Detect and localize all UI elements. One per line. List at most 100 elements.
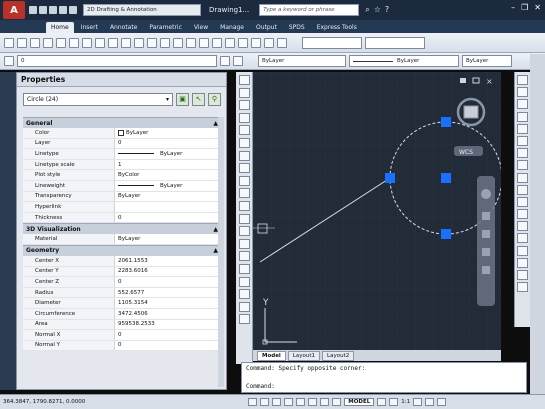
tab-view[interactable]: View bbox=[189, 22, 213, 33]
clean-screen-icon[interactable] bbox=[437, 398, 447, 406]
trim-icon[interactable] bbox=[517, 184, 528, 195]
tab-home[interactable]: Home bbox=[46, 22, 74, 33]
copy-icon[interactable] bbox=[95, 37, 105, 48]
toggle-pickadd-button[interactable]: ▣ bbox=[176, 92, 189, 106]
polyline-icon[interactable] bbox=[238, 100, 250, 111]
fillet-icon[interactable] bbox=[517, 257, 528, 268]
property-row-radius[interactable]: Radius 552.6577 bbox=[23, 287, 222, 299]
open-file-icon[interactable] bbox=[17, 37, 27, 48]
property-row-plot-style[interactable]: Plot style ByColor bbox=[23, 170, 222, 181]
annotation-scale-icon[interactable] bbox=[389, 398, 399, 406]
add-selected-icon[interactable] bbox=[238, 314, 250, 325]
object-snap-icon[interactable] bbox=[296, 398, 306, 406]
chamfer-icon[interactable] bbox=[517, 245, 528, 256]
grid-display-icon[interactable] bbox=[260, 398, 270, 406]
redo-icon[interactable] bbox=[147, 37, 157, 48]
properties-icon[interactable] bbox=[212, 37, 222, 48]
property-row-lineweight[interactable]: Lineweight ByLayer bbox=[23, 180, 222, 192]
section-3d-visualization[interactable]: 3D Visualization ▲ bbox=[23, 223, 222, 235]
zoom-nav-icon[interactable] bbox=[482, 230, 490, 238]
section-general[interactable]: General ▲ bbox=[23, 117, 222, 128]
select-objects-button[interactable]: ↖ bbox=[192, 92, 205, 106]
undo-icon[interactable] bbox=[134, 37, 144, 48]
pan-icon[interactable] bbox=[160, 37, 170, 48]
calculator-icon[interactable] bbox=[277, 37, 287, 48]
layer-previous-icon[interactable] bbox=[233, 56, 243, 66]
blend-icon[interactable] bbox=[517, 270, 528, 280]
zoom-previous-icon[interactable] bbox=[199, 37, 209, 48]
viewport-close-icon[interactable]: × bbox=[486, 77, 493, 86]
point-icon[interactable] bbox=[238, 238, 250, 249]
property-row-center-z[interactable]: Center Z 0 bbox=[23, 277, 222, 288]
property-row-normal-y[interactable]: Normal Y 0 bbox=[23, 340, 222, 352]
save-file-icon[interactable] bbox=[30, 37, 40, 48]
color-combo[interactable]: ByLayer bbox=[258, 55, 346, 67]
linetype-combo[interactable]: ByLayer bbox=[349, 55, 459, 67]
search-input[interactable]: Type a keyword or phrase bbox=[259, 4, 360, 16]
dim-style-combo[interactable] bbox=[365, 36, 425, 49]
property-row-thickness[interactable]: Thickness 0 bbox=[23, 212, 222, 224]
tab-output[interactable]: Output bbox=[251, 22, 282, 33]
revision-cloud-icon[interactable] bbox=[238, 163, 250, 174]
make-block-icon[interactable] bbox=[238, 226, 250, 237]
pan-nav-icon[interactable] bbox=[482, 212, 490, 220]
properties-scrollbar[interactable] bbox=[218, 117, 224, 387]
tab-annotate[interactable]: Annotate bbox=[105, 22, 142, 33]
save-icon[interactable] bbox=[49, 6, 57, 14]
publish-icon[interactable] bbox=[69, 37, 79, 48]
minimize-icon[interactable]: – bbox=[511, 3, 515, 12]
tab-insert[interactable]: Insert bbox=[76, 22, 103, 33]
circle-icon[interactable] bbox=[238, 150, 250, 161]
preview-icon[interactable] bbox=[56, 37, 66, 48]
lineweight-display-icon[interactable] bbox=[332, 398, 342, 406]
polar-tracking-icon[interactable] bbox=[284, 398, 294, 406]
tab-spds[interactable]: SPDS bbox=[284, 22, 310, 33]
property-row-diameter[interactable]: Diameter 1105.3154 bbox=[23, 298, 222, 309]
property-row-center-x[interactable]: Center X 2061.1553 bbox=[23, 255, 222, 267]
showmotion-nav-icon[interactable] bbox=[482, 266, 490, 274]
multiline-text-icon[interactable] bbox=[238, 301, 250, 312]
cut-icon[interactable] bbox=[82, 37, 92, 48]
ellipse-icon[interactable] bbox=[238, 188, 250, 199]
property-row-transparency[interactable]: Transparency ByLayer bbox=[23, 191, 222, 203]
break-icon[interactable] bbox=[517, 221, 528, 232]
sheet-set-icon[interactable] bbox=[251, 37, 261, 48]
tab-manage[interactable]: Manage bbox=[215, 22, 249, 33]
break-at-point-icon[interactable] bbox=[517, 209, 528, 220]
construction-line-icon[interactable] bbox=[238, 87, 250, 98]
make-current-icon[interactable] bbox=[220, 56, 230, 66]
command-prompt[interactable]: Command: bbox=[246, 383, 522, 392]
design-center-icon[interactable] bbox=[225, 37, 235, 48]
lock-icon[interactable] bbox=[425, 398, 435, 406]
paste-icon[interactable] bbox=[108, 37, 118, 48]
drawing-viewport[interactable]: × WCS Y bbox=[253, 72, 501, 354]
explode-icon[interactable] bbox=[517, 282, 528, 293]
tab-parametric[interactable]: Parametric bbox=[144, 22, 187, 33]
zoom-realtime-icon[interactable] bbox=[173, 37, 183, 48]
section-geometry[interactable]: Geometry ▲ bbox=[23, 244, 222, 256]
table-icon[interactable] bbox=[238, 289, 250, 300]
quick-view-layouts-icon[interactable] bbox=[377, 398, 387, 406]
property-row-material[interactable]: Material ByLayer bbox=[23, 234, 222, 245]
hatch-icon[interactable] bbox=[238, 251, 250, 262]
match-properties-icon[interactable] bbox=[121, 37, 131, 48]
grip-circle-center[interactable] bbox=[441, 173, 451, 183]
annotation-scale-value[interactable]: 1:1 bbox=[401, 399, 410, 405]
property-row-color[interactable]: Color ByLayer bbox=[23, 128, 222, 139]
object-snap-tracking-icon[interactable] bbox=[308, 398, 318, 406]
rectangle-icon[interactable] bbox=[238, 125, 250, 136]
copy-object-icon[interactable] bbox=[517, 87, 528, 98]
open-icon[interactable] bbox=[39, 6, 47, 14]
mirror-icon[interactable] bbox=[517, 99, 528, 110]
command-line[interactable]: Command: Specify opposite corner: Comman… bbox=[241, 362, 527, 393]
text-style-combo[interactable] bbox=[302, 36, 362, 49]
workspace-dropdown[interactable]: 2D Drafting & Annotation bbox=[83, 4, 201, 16]
palette-titlebar-strip[interactable] bbox=[0, 72, 16, 390]
steering-wheel-icon[interactable] bbox=[481, 189, 491, 199]
property-row-linetype[interactable]: Linetype ByLayer bbox=[23, 149, 222, 160]
stretch-icon[interactable] bbox=[517, 172, 528, 183]
application-menu-button[interactable]: A bbox=[3, 1, 25, 19]
quick-select-button[interactable]: ⚲ bbox=[208, 92, 221, 106]
rotate-icon[interactable] bbox=[517, 148, 528, 159]
ortho-mode-icon[interactable] bbox=[272, 398, 282, 406]
